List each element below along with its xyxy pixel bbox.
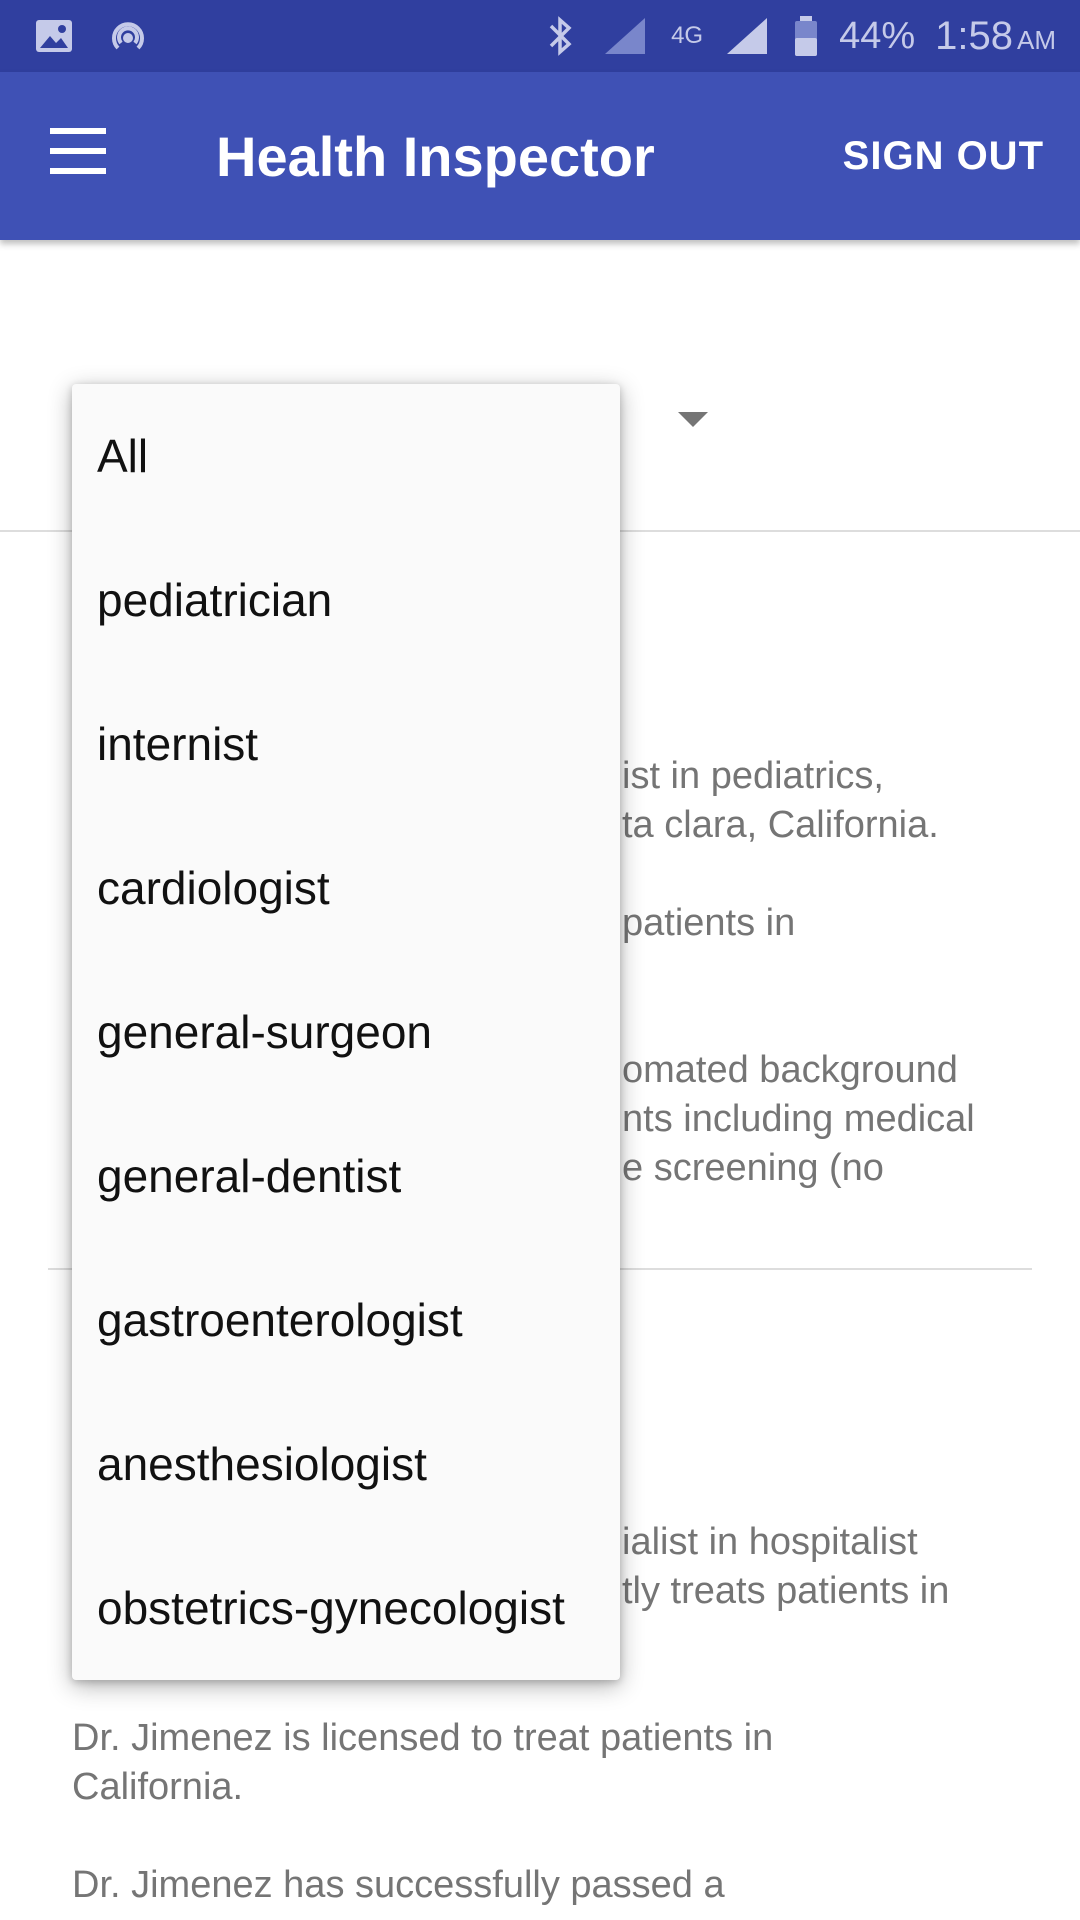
dropdown-option-general-surgeon[interactable]: general-surgeon [72, 960, 620, 1104]
dropdown-option-pediatrician[interactable]: pediatrician [72, 528, 620, 672]
battery-percentage: 44% [839, 14, 916, 57]
network-type: 4G [671, 22, 704, 49]
dropdown-option-obstetrics-gynecologist[interactable]: obstetrics-gynecologist [72, 1536, 620, 1680]
card-text: ialist in hospitalist [622, 1521, 918, 1563]
sign-out-button[interactable]: SIGN OUT [843, 134, 1044, 179]
card-text: ta clara, California. [622, 804, 939, 846]
card-text: patients in [622, 902, 796, 944]
card-text: nts including medical [622, 1098, 975, 1140]
card-text: e screening (no [622, 1147, 884, 1189]
card-text: Dr. Jimenez has successfully passed a [72, 1864, 725, 1906]
app-bar: Health Inspector SIGN OUT [0, 72, 1080, 240]
dropdown-option-cardiologist[interactable]: cardiologist [72, 816, 620, 960]
signal-icon [605, 18, 646, 54]
dropdown-option-all[interactable]: All [72, 384, 620, 528]
hamburger-icon[interactable] [50, 128, 116, 184]
dropdown-arrow-icon[interactable] [678, 412, 708, 427]
page-title: Health Inspector [216, 125, 655, 188]
card-text: California. [72, 1766, 244, 1808]
card-text: Dr. Jimenez is licensed to treat patient… [72, 1717, 774, 1759]
dropdown-option-gastroenterologist[interactable]: gastroenterologist [72, 1248, 620, 1392]
dropdown-option-general-dentist[interactable]: general-dentist [72, 1104, 620, 1248]
specialty-dropdown-menu: All pediatrician internist cardiologist … [72, 384, 620, 1680]
status-bar: 4G 44% 1:58 AM [0, 0, 1080, 72]
signal-icon [727, 18, 768, 54]
bluetooth-icon [549, 16, 572, 56]
hotspot-icon [112, 22, 144, 50]
card-text: ist in pediatrics, [622, 755, 884, 797]
image-icon [36, 20, 72, 52]
card-text: omated background [622, 1049, 958, 1091]
dropdown-option-internist[interactable]: internist [72, 672, 620, 816]
clock: 1:58 AM [935, 13, 1056, 58]
dropdown-option-anesthesiologist[interactable]: anesthesiologist [72, 1392, 620, 1536]
card-text: tly treats patients in [622, 1570, 950, 1612]
battery-icon [795, 16, 818, 56]
